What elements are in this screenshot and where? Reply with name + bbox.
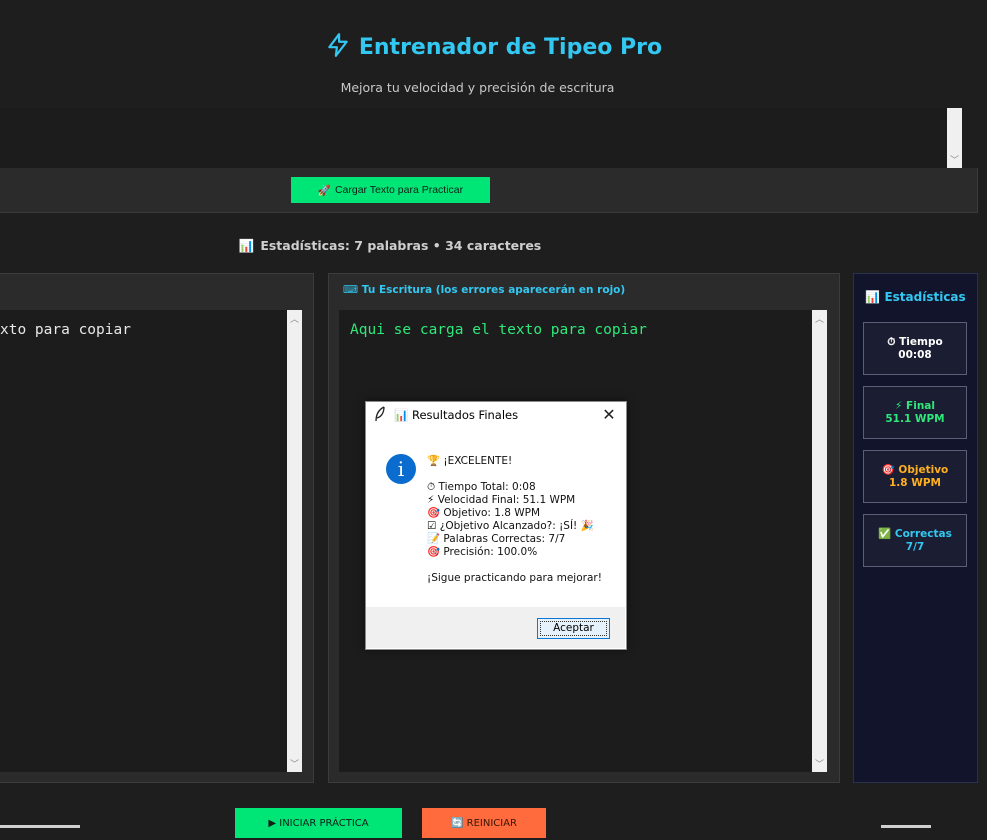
chevron-up-icon[interactable]: ︿ — [290, 312, 299, 325]
reset-button[interactable]: 🔄 REINICIAR — [422, 808, 546, 838]
chevron-down-icon[interactable]: ﹀ — [290, 757, 299, 770]
info-icon: i — [386, 454, 416, 484]
stat-final-value: 51.1 WPM — [885, 412, 945, 425]
stat-correct-value: 7/7 — [905, 540, 925, 553]
text-statistics: 📊 Estadísticas: 7 palabras • 34 caractere… — [0, 238, 780, 254]
chevron-down-icon[interactable]: ﹀ — [815, 757, 824, 770]
app-subtitle: Mejora tu velocidad y precisión de escri… — [340, 80, 615, 95]
load-text-button[interactable]: 🚀 Cargar Texto para Practicar — [291, 177, 490, 203]
stat-card-final: ⚡ Final 51.1 WPM — [863, 386, 967, 439]
close-icon[interactable]: ✕ — [601, 405, 617, 424]
reference-text: xto para copiar — [0, 322, 131, 338]
lightning-icon — [325, 32, 351, 64]
stat-final-label: ⚡ Final — [895, 399, 935, 412]
source-text-input[interactable] — [0, 108, 947, 168]
stat-time-label: ⏱ Tiempo — [887, 335, 943, 348]
source-text-scrollbar[interactable]: ﹀ — [947, 108, 962, 168]
typing-scrollbar[interactable]: ︿ ﹀ — [812, 310, 827, 772]
stat-correct-label: ✅ Correctas — [878, 527, 952, 540]
chevron-down-icon[interactable]: ﹀ — [950, 153, 959, 166]
app-title-text: Entrenador de Tipeo Pro — [358, 35, 663, 60]
stat-card-target: 🎯 Objetivo 1.8 WPM — [863, 450, 967, 503]
start-practice-button[interactable]: ▶ INICIAR PRÁCTICA — [235, 808, 402, 838]
stat-card-correct: ✅ Correctas 7/7 — [863, 514, 967, 567]
stat-time-value: 00:08 — [898, 348, 932, 361]
stat-target-label: 🎯 Objetivo — [881, 463, 949, 476]
bar-chart-icon: 📊 — [238, 238, 255, 253]
app-title: Entrenador de Tipeo Pro — [0, 32, 987, 64]
reference-scrollbar[interactable]: ︿ ﹀ — [287, 310, 302, 772]
typed-text: Aqui se carga el texto para copiar — [350, 322, 647, 338]
reference-text-area: xto para copiar — [0, 310, 287, 772]
dialog-title: 📊 Resultados Finales — [394, 408, 519, 422]
text-statistics-label: Estadísticas: 7 palabras • 34 caracteres — [260, 238, 542, 253]
load-text-label: Cargar Texto para Practicar — [334, 184, 464, 196]
chevron-up-icon[interactable]: ︿ — [815, 312, 824, 325]
typing-panel-label: ⌨ Tu Escritura (los errores aparecerán e… — [343, 284, 626, 296]
stats-sidebar-title: 📊 Estadísticas — [865, 290, 966, 304]
stat-target-value: 1.8 WPM — [889, 476, 941, 489]
rocket-icon: 🚀 — [317, 184, 331, 197]
dialog-message: 🏆 ¡EXCELENTE! ⏱ Tiempo Total: 0:08 ⚡ Vel… — [427, 455, 602, 584]
feather-icon — [374, 406, 386, 426]
ok-button[interactable]: Aceptar — [537, 618, 610, 639]
stat-card-time: ⏱ Tiempo 00:08 — [863, 322, 967, 375]
